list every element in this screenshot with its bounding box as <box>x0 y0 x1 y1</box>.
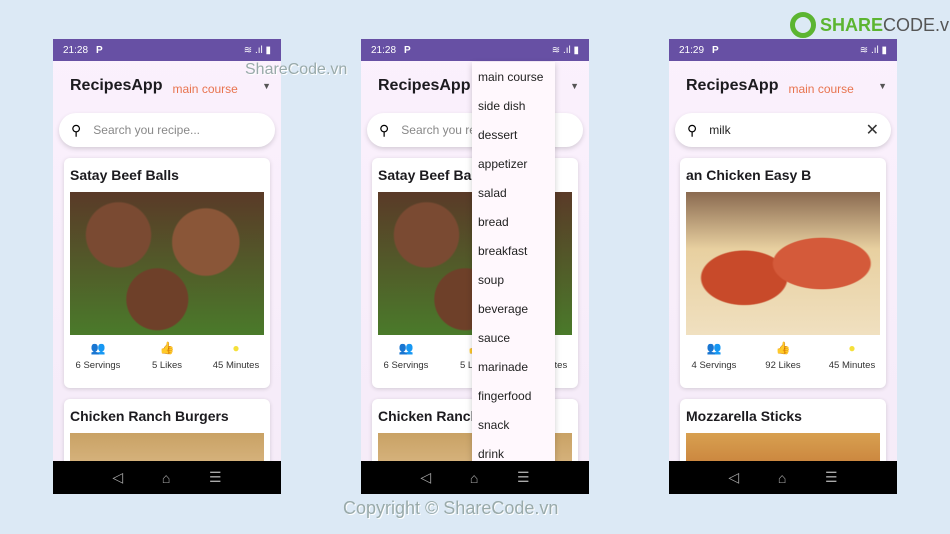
logo-text: SHARE <box>820 14 884 35</box>
dropdown-item[interactable]: fingerfood <box>472 387 555 416</box>
dropdown-item[interactable]: salad <box>472 184 555 213</box>
search-placeholder[interactable]: Search you recipe... <box>93 123 200 137</box>
minutes: 45 Minutes <box>828 360 876 371</box>
thumbs-up-icon: 👍 <box>775 341 791 355</box>
app-title: RecipesApp <box>70 77 163 94</box>
search-icon: ⚲ <box>379 121 390 138</box>
minutes: 45 Minutes <box>212 360 260 371</box>
recipe-title: an Chicken Easy B <box>686 167 812 183</box>
back-icon[interactable]: ◁ <box>728 469 739 486</box>
dropdown-arrow-icon[interactable]: ▼ <box>262 81 271 91</box>
watermark: Copyright © ShareCode.vn <box>343 498 559 518</box>
status-bar: 21:28 P ≋ .ıl ▮ <box>361 39 589 61</box>
menu-icon[interactable]: ☰ <box>825 469 838 486</box>
dropdown-item[interactable]: beverage <box>472 300 555 329</box>
clock: 21:29 <box>679 44 705 56</box>
home-icon[interactable]: ⌂ <box>778 470 786 486</box>
watermark: ShareCode.vn <box>245 61 348 78</box>
signal-battery-icon: ≋ .ıl ▮ <box>551 44 579 56</box>
clear-icon[interactable]: ✕ <box>866 120 879 140</box>
recipe-card[interactable]: an Chicken Easy B 👥 4 Servings 👍 92 Likes … <box>680 158 886 388</box>
parking-icon: P <box>712 44 719 56</box>
app-title: RecipesApp <box>378 77 471 94</box>
back-icon[interactable]: ◁ <box>420 469 431 486</box>
dropdown-item[interactable]: snack <box>472 416 555 445</box>
people-icon: 👥 <box>706 341 722 355</box>
navigation-bar: ◁ ⌂ ☰ <box>669 461 897 494</box>
status-bar: 21:29 P ≋ .ıl ▮ <box>669 39 897 61</box>
menu-icon[interactable]: ☰ <box>517 469 530 486</box>
status-bar: 21:28 P ≋ .ıl ▮ <box>53 39 281 61</box>
home-icon[interactable]: ⌂ <box>470 470 478 486</box>
back-icon[interactable]: ◁ <box>112 469 123 486</box>
search-icon: ⚲ <box>71 121 82 138</box>
servings: 4 Servings <box>691 360 737 371</box>
dropdown-item[interactable]: sauce <box>472 329 555 358</box>
parking-icon: P <box>96 44 103 56</box>
dropdown-item[interactable]: bread <box>472 213 555 242</box>
category-dropdown-menu: main course side dish dessert appetizer sala… <box>472 62 555 474</box>
dropdown-arrow-icon[interactable]: ▼ <box>570 81 579 91</box>
likes: 92 Likes <box>765 360 801 371</box>
phone-screen: 21:29 P ≋ .ıl ▮ RecipesApp main course ▼ ⚲ … <box>669 39 897 494</box>
search-icon: ⚲ <box>687 121 698 138</box>
search-input[interactable]: ⚲ Search you recipe... <box>59 113 275 147</box>
people-icon: 👥 <box>90 341 106 355</box>
phone-screen: 21:28P≋ .ıl ▮ RecipesApp main course▼ ⚲ … <box>361 39 589 494</box>
clock: 21:28 <box>371 44 397 56</box>
search-input[interactable]: ⚲ milk ✕ <box>675 113 891 147</box>
category-select[interactable]: main course <box>172 82 237 96</box>
dropdown-item[interactable]: soup <box>472 271 555 300</box>
recipe-title: Mozzarella Sticks <box>686 408 802 424</box>
dropdown-item[interactable]: breakfast <box>472 242 555 271</box>
servings: 6 Servings <box>383 360 429 371</box>
clock-icon: ● <box>848 341 856 355</box>
servings: 6 Servings <box>75 360 121 371</box>
dropdown-item[interactable]: main course <box>472 68 555 97</box>
recipe-title: Satay Beef Balls <box>70 167 179 183</box>
dropdown-item[interactable]: side dish <box>472 97 555 126</box>
thumbs-up-icon: 👍 <box>159 341 175 355</box>
phone-screen: 21:28 P ≋ .ıl ▮ RecipesApp main course ▼ ⚲ … <box>53 39 281 494</box>
recipe-title: Chicken Ranch Burgers <box>70 408 229 424</box>
dropdown-item[interactable]: appetizer <box>472 155 555 184</box>
home-icon[interactable]: ⌂ <box>162 470 170 486</box>
navigation-bar: ◁ ⌂ ☰ <box>361 461 589 494</box>
search-value[interactable]: milk <box>709 123 730 137</box>
clock: 21:28 <box>63 44 89 56</box>
navigation-bar: ◁ ⌂ ☰ <box>53 461 281 494</box>
app-title: RecipesApp <box>686 77 779 94</box>
signal-battery-icon: ≋ .ıl ▮ <box>243 44 271 56</box>
signal-battery-icon: ≋ .ıl ▮ <box>859 44 887 56</box>
clock-icon: ● <box>232 341 240 355</box>
menu-icon[interactable]: ☰ <box>209 469 222 486</box>
likes: 5 Likes <box>151 360 183 371</box>
people-icon: 👥 <box>398 341 414 355</box>
dropdown-item[interactable]: marinade <box>472 358 555 387</box>
parking-icon: P <box>404 44 411 56</box>
category-select[interactable]: main course <box>788 82 853 96</box>
logo-text: CODE.vn <box>883 14 950 35</box>
recipe-image <box>70 192 264 335</box>
dropdown-arrow-icon[interactable]: ▼ <box>878 81 887 91</box>
recipe-image <box>686 192 880 335</box>
recipe-card[interactable]: Satay Beef Balls 👥 6 Servings 👍 5 Likes ● 4… <box>64 158 270 388</box>
sharecode-logo: SHARECODE.vn <box>790 12 950 38</box>
dropdown-item[interactable]: dessert <box>472 126 555 155</box>
